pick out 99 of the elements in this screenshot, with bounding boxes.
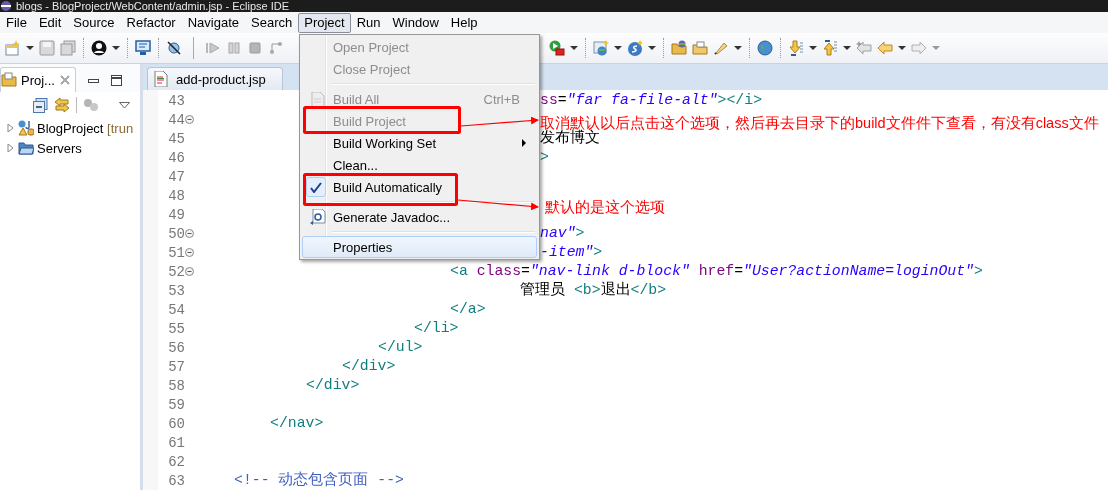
view-tab[interactable]: Proj... <box>0 67 76 92</box>
line-number: 53 <box>167 282 185 299</box>
code-line: </div> <box>306 376 360 395</box>
code-line: > <box>540 148 549 167</box>
dropdown-caret-icon[interactable] <box>898 46 906 50</box>
menu-item[interactable]: Project <box>298 12 351 33</box>
code-line: <!-- 动态包含页面 --> <box>234 471 404 490</box>
folder-icon <box>18 140 34 156</box>
menu-item[interactable]: Run <box>350 12 387 33</box>
expand-arrow-icon[interactable] <box>7 144 15 152</box>
dropdown-caret-icon[interactable] <box>809 46 817 50</box>
editor-tab[interactable]: add-product.jsp <box>147 67 283 90</box>
back-arrow-icon[interactable] <box>877 40 893 56</box>
line-number: 54 <box>167 301 185 318</box>
back-arrow-icon[interactable] <box>856 40 872 56</box>
line-number: 51 <box>167 244 185 261</box>
document-icon <box>311 91 325 107</box>
dropdown-caret-icon[interactable] <box>648 46 656 50</box>
dropdown-caret-icon[interactable] <box>843 46 851 50</box>
menu-item[interactable]: Search <box>245 12 299 33</box>
nodes-icon[interactable] <box>268 40 284 56</box>
fold-icon[interactable] <box>185 115 194 124</box>
line-number: 60 <box>167 415 185 432</box>
maximize-icon[interactable] <box>110 74 122 86</box>
line-number: 57 <box>167 358 185 375</box>
annotation-text: 取消默认以后点击这个选项，然后再去目录下的build文件件下查看，有没有class文件 <box>540 115 1100 131</box>
swap-arrows-icon[interactable] <box>54 97 70 113</box>
line-number: 55 <box>167 320 185 337</box>
dropdown-caret-icon[interactable] <box>734 46 742 50</box>
tree-item[interactable]: Servers <box>37 140 82 156</box>
fold-icon[interactable] <box>185 229 194 238</box>
code-line: </ul> <box>378 338 423 357</box>
minimize-icon[interactable] <box>87 76 99 84</box>
line-number: 48 <box>167 187 185 204</box>
expand-arrow-icon[interactable] <box>7 124 15 132</box>
collapse-all-icon[interactable] <box>33 97 48 113</box>
code-line: ss="far fa-file-alt"></i> <box>540 91 762 110</box>
person-icon[interactable] <box>91 40 107 56</box>
project-icon <box>18 120 34 136</box>
line-number: 43 <box>167 92 185 109</box>
code-line: <a class="nav-link d-block" href="User?actionName=loginOut"> <box>450 262 983 281</box>
menu-item[interactable]: File <box>0 12 33 33</box>
menu-item[interactable]: Window <box>386 12 445 33</box>
down-arrow-icon[interactable] <box>788 40 804 56</box>
dropdown-caret-icon[interactable] <box>570 46 578 50</box>
fold-icon[interactable] <box>185 248 194 257</box>
ball-icon[interactable] <box>627 40 643 56</box>
line-number: 50 <box>167 225 185 242</box>
line-number: 56 <box>167 339 185 356</box>
menu-item[interactable]: Build Working Set <box>302 132 537 154</box>
window-title: blogs - BlogProject/WebContent/admin.jsp - Eclipse IDE <box>16 0 290 12</box>
open-folder-icon[interactable] <box>671 40 687 56</box>
jsp-file-icon <box>154 71 168 87</box>
no-sign-icon[interactable] <box>166 40 182 56</box>
line-number: 58 <box>167 377 185 394</box>
run-icon[interactable] <box>549 40 565 56</box>
code-line: -item"> <box>540 243 603 262</box>
menu-item[interactable]: Clean... <box>302 154 537 176</box>
tree-item[interactable]: BlogProject [trun <box>37 120 134 136</box>
folder-icon <box>1 72 17 88</box>
menu-item[interactable]: Edit <box>32 12 68 33</box>
menu-item[interactable]: Navigate <box>181 12 245 33</box>
line-number: 59 <box>167 396 185 413</box>
menu-item[interactable]: Refactor <box>120 12 182 33</box>
code-line: 管理员 <b>退出</b> <box>520 281 667 300</box>
line-number: 52 <box>167 263 185 280</box>
globe-window-icon[interactable] <box>593 40 609 56</box>
menu-item[interactable]: Help <box>444 12 484 33</box>
monitor-icon[interactable] <box>135 40 151 56</box>
dots-icon[interactable] <box>83 97 99 113</box>
pen-icon[interactable] <box>713 40 729 56</box>
code-line: </li> <box>414 319 459 338</box>
line-number: 46 <box>167 149 185 166</box>
view-menu-icon[interactable] <box>119 101 130 109</box>
at-document-icon <box>310 209 326 225</box>
annotation-text: 默认的是这个选项 <box>545 199 666 216</box>
dropdown-caret-icon[interactable] <box>112 46 120 50</box>
menu-item[interactable]: Properties <box>302 236 537 258</box>
line-number: 61 <box>167 434 185 451</box>
menu-item[interactable]: Generate Javadoc... <box>302 206 537 228</box>
menu-item[interactable]: Source <box>67 12 121 33</box>
dropdown-caret-icon[interactable] <box>614 46 622 50</box>
folder-icon[interactable] <box>692 40 708 56</box>
globe-icon[interactable] <box>757 40 773 56</box>
line-number: 62 <box>167 453 185 470</box>
line-number: 44 <box>167 111 185 128</box>
code-line: nav"> <box>540 224 585 243</box>
line-number: 47 <box>167 168 185 185</box>
code-line: 发布博文 <box>540 129 600 148</box>
code-line: </a> <box>450 300 486 319</box>
up-arrow-icon[interactable] <box>822 40 838 56</box>
line-number: 45 <box>167 130 185 147</box>
line-number: 49 <box>167 206 185 223</box>
line-number: 63 <box>167 472 185 489</box>
fold-icon[interactable] <box>185 267 194 276</box>
code-line: </div> <box>342 357 396 376</box>
menu-item[interactable]: Build Automatically <box>302 176 537 198</box>
dropdown-caret-icon[interactable] <box>26 46 34 50</box>
code-line: </nav> <box>270 414 324 433</box>
